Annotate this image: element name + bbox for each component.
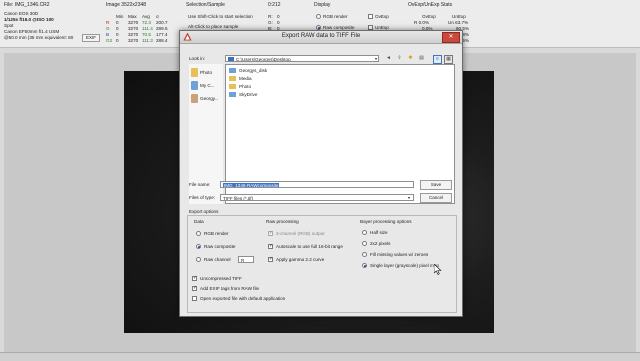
place-my-computer[interactable]: My C... xyxy=(191,81,223,92)
add-exif-label: Add EXIF tags from RAW file xyxy=(200,286,260,291)
fill-missing-radio[interactable] xyxy=(362,252,367,257)
folder-icon xyxy=(229,76,236,81)
file-name-value: IMG_1346-RAWcomposite xyxy=(223,183,280,188)
up-folder-icon[interactable]: ⇧ xyxy=(396,55,403,62)
fill-missing-label: Fill missing values w/ zeroes xyxy=(370,252,429,257)
data-title: Data xyxy=(194,219,204,224)
gamma-checkbox[interactable] xyxy=(268,256,273,262)
place-label: Georgy... xyxy=(200,96,219,101)
focal-info: @50.0 mm (35 mm equivalent: 80 xyxy=(4,35,74,40)
computer-icon xyxy=(191,81,198,90)
file-type-value: TIFF files (*.tif) xyxy=(223,196,254,201)
dialog-title: Export RAW data to TIFF File xyxy=(281,33,361,39)
stat-row-max: 3270 xyxy=(128,38,139,43)
two-by-two-radio[interactable] xyxy=(362,241,367,246)
raw-channel-select[interactable]: R xyxy=(238,256,254,263)
exposure-stats-title: OvExp/UnExp Stats xyxy=(408,2,453,8)
ovexp-label: OvExp xyxy=(375,14,389,19)
file-name: Georgys_disk xyxy=(239,68,268,73)
selection-hint: Use Shift-Click to start selection xyxy=(188,14,253,19)
file-name: SkyDrive xyxy=(239,92,258,97)
file-name-label: File name: xyxy=(189,182,211,187)
uncompressed-label: Uncompressed TIFF xyxy=(200,276,242,281)
add-exif-checkbox[interactable] xyxy=(192,285,197,291)
data-raw-channel-radio[interactable] xyxy=(196,257,201,262)
display-rgb-radio[interactable] xyxy=(316,14,321,19)
user-icon xyxy=(191,94,198,103)
look-in-select[interactable]: C:\Users\Georgys\Desktop xyxy=(225,55,379,62)
file-name-input[interactable]: IMG_1346-RAWcomposite xyxy=(220,181,414,188)
stat-row-avg: 111.3 xyxy=(142,38,153,43)
save-button[interactable]: Save xyxy=(420,180,452,190)
folder-icon xyxy=(229,92,236,97)
chevron-down-icon[interactable]: ▾ xyxy=(408,194,413,201)
folder-icon xyxy=(229,68,236,73)
sample-title: 0:212 xyxy=(268,2,281,8)
display-rgb-label: RGB render xyxy=(323,14,348,19)
data-raw-composite-radio[interactable] xyxy=(196,244,201,249)
data-rgb-radio[interactable] xyxy=(196,231,201,236)
file-type-select[interactable]: TIFF files (*.tif) xyxy=(220,194,414,201)
drive-icon xyxy=(228,57,234,61)
close-icon[interactable]: ✕ xyxy=(442,32,460,43)
half-size-label: Half size xyxy=(370,230,388,235)
place-photo[interactable]: Photo xyxy=(191,68,223,79)
image-title: Image 3522x2348 xyxy=(106,2,147,8)
data-raw-channel-label: Raw channel xyxy=(204,257,231,262)
two-by-two-label: 2x2 pixels xyxy=(370,241,391,246)
cancel-button[interactable]: Cancel xyxy=(420,193,452,203)
single-layer-label: Single layer (grayscale) pixel map xyxy=(370,263,439,268)
three-channel-checkbox[interactable] xyxy=(268,230,273,236)
list-view-icon[interactable]: ≡ xyxy=(433,55,442,64)
look-in-label: Look in: xyxy=(189,56,206,61)
place-label: My C... xyxy=(200,83,215,88)
stat-row-channel: G2 xyxy=(106,38,113,43)
open-exported-checkbox[interactable] xyxy=(192,296,197,301)
stat-row-sd: 288.4 xyxy=(156,38,168,43)
mouse-cursor-icon xyxy=(434,264,442,275)
autoscale-label: Autoscale to use full 16-bit range xyxy=(276,244,343,249)
place-user[interactable]: Georgy... xyxy=(191,94,223,105)
uncompressed-checkbox[interactable] xyxy=(192,275,197,281)
file-type-label: Files of type: xyxy=(189,195,216,200)
data-rgb-label: RGB render xyxy=(204,231,229,236)
data-raw-composite-label: Raw composite xyxy=(204,244,236,249)
folder-icon xyxy=(191,68,198,77)
open-exported-label: Open exported file with default applicat… xyxy=(200,296,286,301)
exif-button[interactable]: EXIF xyxy=(82,34,100,42)
display-title: Display xyxy=(314,2,331,8)
export-tiff-dialog: Export RAW data to TIFF File ✕ Look in: … xyxy=(179,30,463,317)
three-channel-label: 3-channel (RGB) output xyxy=(276,231,325,236)
file-name: Photo xyxy=(239,84,252,89)
raw-processing-title: Raw processing xyxy=(266,219,299,224)
back-icon[interactable]: ◄ xyxy=(385,55,392,62)
file-title: File: IMG_1346.CR2 xyxy=(4,2,50,8)
single-layer-radio[interactable] xyxy=(362,263,367,268)
details-view-icon[interactable]: ▦ xyxy=(444,55,453,64)
stat-row-min: 0 xyxy=(116,38,119,43)
raw-channel-value: R xyxy=(241,258,245,263)
new-folder-icon[interactable]: ✱ xyxy=(407,55,414,62)
place-label: Photo xyxy=(200,70,213,75)
selection-title: Selection/Sample xyxy=(186,2,225,8)
half-size-radio[interactable] xyxy=(362,230,367,235)
folder-icon xyxy=(229,84,236,89)
chevron-down-icon[interactable]: ▾ xyxy=(375,55,380,62)
ovexp-checkbox[interactable] xyxy=(368,14,373,19)
autoscale-checkbox[interactable] xyxy=(268,243,273,249)
file-name: Media xyxy=(239,76,252,81)
dialog-titlebar[interactable]: Export RAW data to TIFF File ✕ xyxy=(180,31,462,44)
bayer-title: Bayer processing options xyxy=(360,219,412,224)
gamma-label: Apply gamma 2.2 curve xyxy=(276,257,325,262)
view-menu-icon[interactable]: ▤ xyxy=(418,55,425,62)
look-in-value: C:\Users\Georgys\Desktop xyxy=(236,57,291,62)
